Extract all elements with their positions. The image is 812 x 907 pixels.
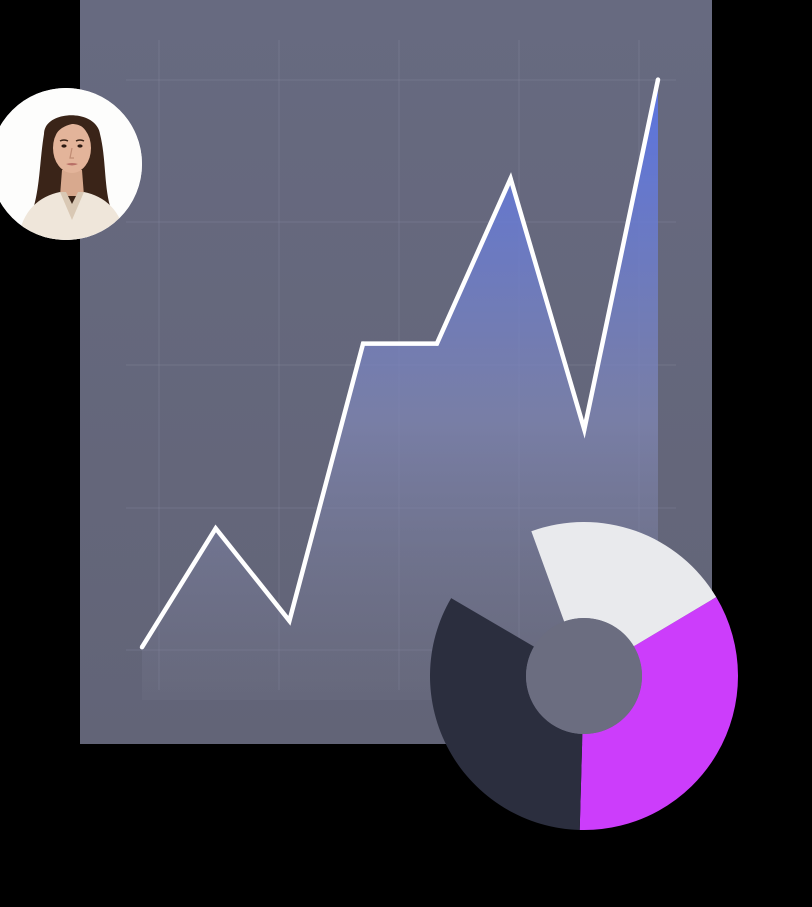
person-portrait-icon bbox=[0, 88, 142, 240]
data-point bbox=[213, 526, 218, 531]
avatar bbox=[0, 88, 142, 240]
data-point bbox=[655, 77, 661, 82]
data-point bbox=[139, 645, 145, 650]
data-point bbox=[287, 618, 292, 623]
data-point bbox=[360, 341, 366, 346]
donut-hole bbox=[526, 618, 642, 734]
data-point bbox=[508, 176, 513, 181]
data-point bbox=[434, 341, 440, 346]
data-point bbox=[582, 427, 587, 432]
chart-stage bbox=[0, 0, 812, 902]
